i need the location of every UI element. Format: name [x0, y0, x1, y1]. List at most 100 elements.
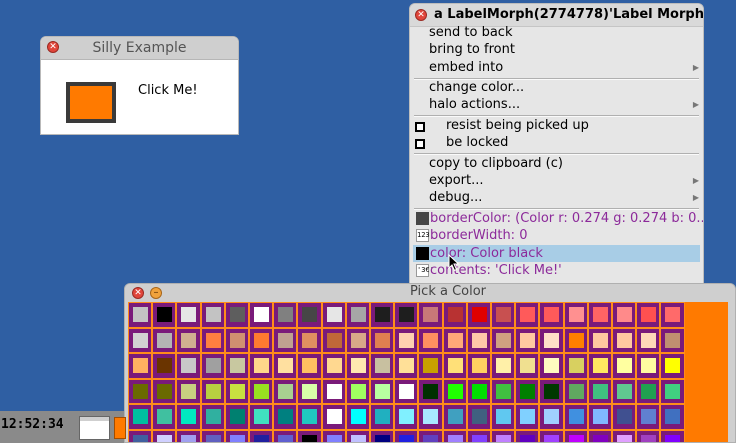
color-swatch-cell[interactable]: [176, 353, 201, 379]
color-swatch[interactable]: [447, 434, 463, 442]
menu-item-export[interactable]: export...: [429, 172, 484, 189]
color-swatch-cell[interactable]: [660, 353, 685, 379]
color-swatch-cell[interactable]: [660, 302, 685, 328]
color-swatch[interactable]: [496, 383, 511, 399]
color-swatch[interactable]: [229, 434, 245, 442]
color-swatch[interactable]: [278, 358, 294, 373]
silly-example-window[interactable]: ✕ Silly Example Click Me!: [40, 36, 239, 135]
color-swatch-cell[interactable]: [442, 327, 467, 353]
color-swatch-cell[interactable]: [273, 327, 298, 353]
color-swatch[interactable]: [592, 307, 608, 322]
color-swatch-cell[interactable]: [370, 327, 395, 353]
color-swatch[interactable]: [350, 434, 366, 442]
color-swatch[interactable]: [205, 332, 221, 348]
color-swatch-cell[interactable]: [563, 404, 588, 430]
color-swatch[interactable]: [665, 434, 681, 442]
color-swatch-cell[interactable]: [491, 353, 516, 379]
color-swatch[interactable]: [641, 332, 657, 348]
checkbox-icon[interactable]: [415, 139, 425, 149]
color-swatch[interactable]: [278, 332, 294, 348]
color-swatch-cell[interactable]: [491, 302, 516, 328]
taskbar-window-thumbnail[interactable]: [79, 416, 110, 440]
color-swatch-cell[interactable]: [563, 378, 588, 404]
taskbar-window-thumbnail[interactable]: [114, 417, 126, 439]
color-swatch-cell[interactable]: [442, 404, 467, 430]
silly-example-titlebar[interactable]: ✕ Silly Example: [41, 37, 238, 60]
minimize-icon[interactable]: –: [150, 287, 162, 299]
color-swatch[interactable]: [157, 434, 173, 442]
close-icon[interactable]: ✕: [132, 287, 144, 299]
color-swatch[interactable]: [423, 307, 439, 322]
color-swatch-cell[interactable]: [587, 429, 612, 442]
color-swatch[interactable]: [181, 409, 197, 424]
color-swatch-cell[interactable]: [370, 378, 395, 404]
color-swatch-cell[interactable]: [563, 302, 588, 328]
color-swatch[interactable]: [641, 358, 657, 373]
field-border-color[interactable]: borderColor: (Color r: 0.274 g: 0.274 b:…: [413, 210, 703, 227]
color-swatch-cell[interactable]: [128, 353, 153, 379]
color-swatch[interactable]: [326, 409, 342, 424]
color-swatch[interactable]: [278, 307, 294, 322]
color-swatch-cell[interactable]: [563, 327, 588, 353]
color-swatch-cell[interactable]: [128, 404, 153, 430]
color-swatch[interactable]: [157, 307, 173, 322]
color-swatch-cell[interactable]: [442, 429, 467, 442]
color-swatch-cell[interactable]: [539, 353, 564, 379]
color-swatch-cell[interactable]: [321, 404, 346, 430]
color-swatch-cell[interactable]: [273, 429, 298, 442]
menu-item-bring-to-front[interactable]: bring to front: [429, 41, 515, 58]
color-swatch-cell[interactable]: [612, 378, 637, 404]
color-swatch[interactable]: [423, 383, 439, 399]
color-swatch-cell[interactable]: [636, 404, 661, 430]
color-swatch-cell[interactable]: [249, 429, 274, 442]
color-swatch[interactable]: [592, 358, 608, 373]
color-swatch[interactable]: [544, 383, 560, 399]
color-swatch-cell[interactable]: [466, 378, 491, 404]
color-swatch-cell[interactable]: [394, 378, 419, 404]
color-swatch[interactable]: [641, 383, 657, 399]
color-swatch[interactable]: [157, 358, 173, 373]
color-swatch-cell[interactable]: [636, 327, 661, 353]
color-swatch[interactable]: [447, 409, 463, 424]
color-swatch-cell[interactable]: [152, 429, 177, 442]
color-swatch[interactable]: [278, 434, 294, 442]
color-swatch-cell[interactable]: [466, 302, 491, 328]
color-swatch[interactable]: [471, 383, 487, 399]
color-swatch[interactable]: [592, 332, 608, 348]
color-swatch-cell[interactable]: [515, 302, 540, 328]
color-swatch-cell[interactable]: [442, 302, 467, 328]
color-swatch[interactable]: [326, 332, 342, 348]
color-swatch[interactable]: [350, 358, 366, 373]
color-swatch[interactable]: [665, 358, 681, 373]
menu-item-debug[interactable]: debug...: [429, 189, 482, 206]
color-swatch[interactable]: [181, 332, 197, 348]
field-border-width[interactable]: 123 borderWidth: 0: [413, 227, 700, 244]
color-swatch[interactable]: [568, 307, 584, 322]
color-swatch-cell[interactable]: [176, 378, 201, 404]
color-swatch-cell[interactable]: [491, 429, 516, 442]
color-swatch[interactable]: [254, 383, 269, 399]
color-swatch[interactable]: [205, 358, 221, 373]
color-swatch-cell[interactable]: [370, 429, 395, 442]
color-swatch-cell[interactable]: [273, 404, 298, 430]
color-swatch-cell[interactable]: [345, 378, 370, 404]
color-swatch-cell[interactable]: [612, 327, 637, 353]
color-swatch-cell[interactable]: [515, 327, 540, 353]
color-swatch[interactable]: [326, 434, 342, 442]
color-swatch[interactable]: [350, 409, 366, 424]
picker-titlebar[interactable]: ✕ – Pick a Color: [125, 284, 735, 301]
color-swatch-cell[interactable]: [128, 378, 153, 404]
color-swatch[interactable]: [205, 383, 221, 399]
color-swatch-cell[interactable]: [128, 327, 153, 353]
color-swatch-cell[interactable]: [200, 353, 225, 379]
color-swatch-cell[interactable]: [539, 429, 564, 442]
color-swatch[interactable]: [157, 383, 173, 399]
menu-item-copy-to-clipboard[interactable]: copy to clipboard (c): [429, 155, 563, 172]
color-swatch[interactable]: [399, 307, 415, 322]
orange-rectangle[interactable]: [66, 82, 116, 123]
color-swatch[interactable]: [447, 383, 463, 399]
color-swatch-cell[interactable]: [249, 302, 274, 328]
color-swatch[interactable]: [544, 332, 560, 348]
color-swatch-cell[interactable]: [660, 327, 685, 353]
color-swatch[interactable]: [471, 307, 487, 322]
